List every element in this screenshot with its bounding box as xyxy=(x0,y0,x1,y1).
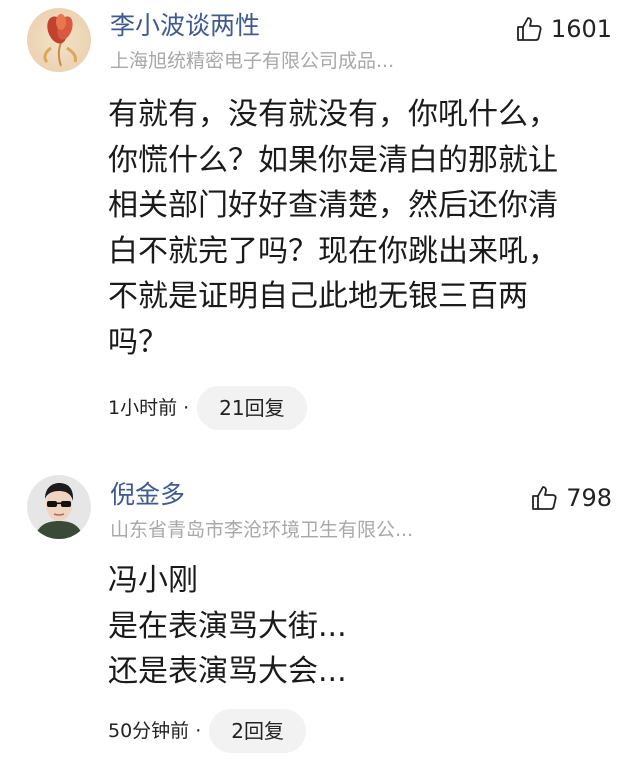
timestamp: 50分钟前 xyxy=(108,720,190,742)
comment-line: 白不就完了吗？现在你跳出来吼， xyxy=(108,233,558,269)
reply-button[interactable]: 21回复 xyxy=(197,386,307,430)
comment-line: 有就有，没有就没有，你吼什么， xyxy=(108,97,558,132)
separator-dot: · xyxy=(195,720,202,742)
comment-line: 吗？ xyxy=(108,324,168,360)
person-sunglasses-avatar-icon xyxy=(27,475,91,539)
flower-avatar-icon xyxy=(27,8,91,72)
comment-item: 倪金多 山东省青岛市李沧环境卫生有限公... 798 冯小刚 是在表演骂大街..… xyxy=(0,465,640,759)
like-count: 798 xyxy=(566,484,612,512)
reply-button[interactable]: 2回复 xyxy=(209,709,306,753)
thumbs-up-icon xyxy=(532,486,557,510)
author-name[interactable]: 倪金多 xyxy=(110,479,185,511)
like-button[interactable]: 1601 xyxy=(515,13,612,45)
timestamp: 1小时前 xyxy=(108,397,178,419)
avatar[interactable] xyxy=(27,8,91,72)
comment-line: 不就是证明自己此地无银三百两 xyxy=(108,279,528,314)
author-org: 山东省青岛市李沧环境卫生有限公... xyxy=(110,519,414,541)
comment-line: 相关部门好好查清楚，然后还你清 xyxy=(108,188,558,223)
like-count: 1601 xyxy=(550,15,612,43)
comment-body: 有就有，没有就没有，你吼什么， 你慌什么？如果你是清白的那就让 相关部门好好查清… xyxy=(108,92,613,365)
like-button[interactable]: 798 xyxy=(530,482,612,514)
comment-item: 李小波谈两性 上海旭统精密电子有限公司成品... 1601 有就有，没有就没有，… xyxy=(0,0,640,440)
author-org: 上海旭统精密电子有限公司成品... xyxy=(110,50,395,72)
author-name[interactable]: 李小波谈两性 xyxy=(110,10,260,42)
separator-dot: · xyxy=(183,397,190,419)
avatar[interactable] xyxy=(27,475,91,539)
comment-meta: 1小时前 · 21回复 xyxy=(108,386,307,430)
thumbs-up-icon xyxy=(517,17,542,41)
comment-line: 冯小刚 xyxy=(108,563,198,598)
comment-line: 是在表演骂大街... xyxy=(108,608,347,644)
comment-meta: 50分钟前 · 2回复 xyxy=(108,709,306,753)
comment-line: 还是表演骂大会... xyxy=(108,654,347,689)
comment-line: 你慌什么？如果你是清白的那就让 xyxy=(108,142,558,178)
comment-body: 冯小刚 是在表演骂大街... 还是表演骂大会... xyxy=(108,558,613,695)
